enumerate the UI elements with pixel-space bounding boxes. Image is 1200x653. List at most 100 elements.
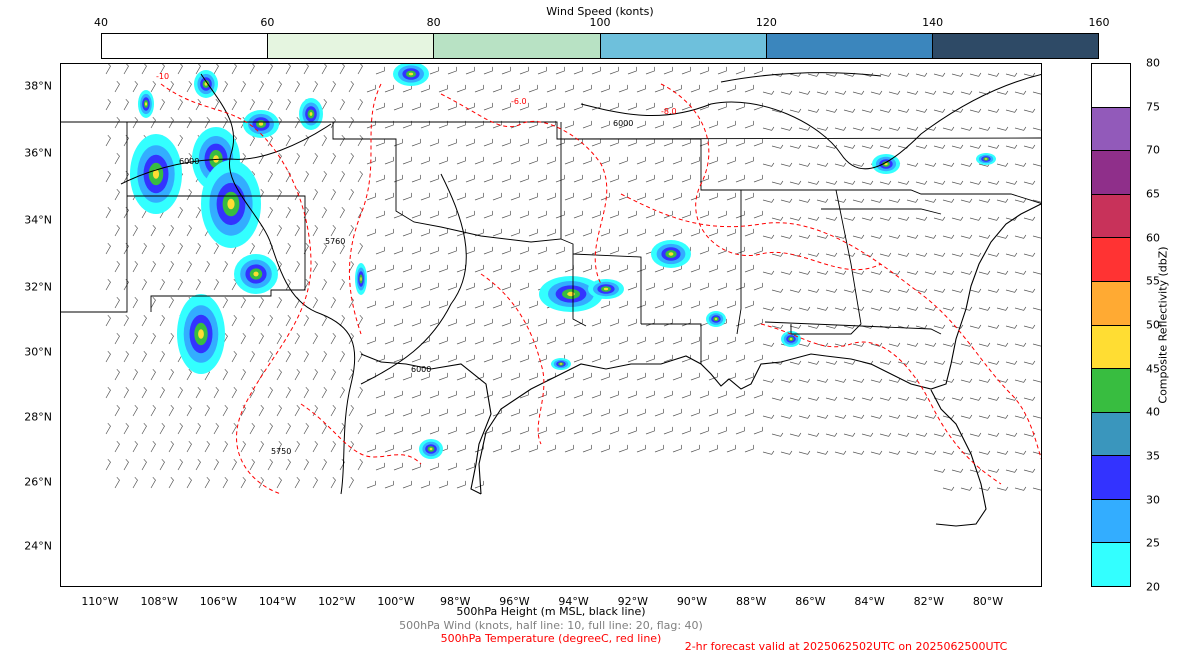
wind-barb (546, 228, 556, 237)
wind-barb (861, 144, 874, 149)
wind-barb (843, 432, 856, 437)
reflectivity-cell (253, 271, 259, 277)
wind-barb (1023, 108, 1036, 113)
wind-barb (177, 206, 183, 219)
wind-barb (384, 336, 394, 345)
reflectivity-colorbar-tick: 20 (1146, 580, 1160, 594)
wind-barb (762, 306, 775, 311)
wind-barb (483, 210, 493, 219)
wind-barb (735, 390, 745, 399)
wind-barb (438, 372, 448, 381)
wind-barb (690, 336, 700, 345)
wind-barb (843, 360, 856, 365)
wind-barb (438, 408, 448, 417)
wind-barb (807, 144, 820, 149)
wind-barb (573, 66, 583, 75)
wind-barb (501, 138, 511, 147)
wind-barb (402, 264, 412, 273)
wind-barb (600, 228, 610, 237)
wind-barb (114, 296, 120, 309)
state-border (860, 325, 942, 335)
wind-barb (195, 422, 201, 435)
wind-barb (267, 422, 273, 435)
wind-barb (1014, 378, 1027, 383)
wind-barb (168, 296, 174, 309)
wind-barb (708, 228, 718, 237)
wind-barb (834, 414, 847, 419)
wind-barb (816, 414, 829, 419)
wind-barb (231, 350, 237, 363)
wind-barb (1005, 144, 1018, 149)
wind-barb (447, 390, 457, 399)
wind-barb (690, 300, 700, 309)
wind-barb (303, 170, 309, 183)
wind-barb (159, 242, 165, 255)
wind-barb (636, 408, 646, 417)
reflectivity-colorbar-segment (1092, 543, 1130, 586)
wind-barb (798, 342, 811, 347)
wind-barb (753, 426, 763, 435)
wind-barb (366, 300, 376, 309)
wind-barb (654, 228, 664, 237)
wind-barb (843, 216, 856, 221)
wind-barb (942, 450, 955, 455)
wind-barb (177, 458, 183, 471)
state-border (741, 189, 862, 335)
coastline-layer (360, 203, 1041, 527)
wind-barb (429, 102, 439, 111)
wind-barb (825, 396, 838, 401)
wind-barb (780, 270, 793, 275)
wind-barb (627, 354, 637, 363)
wind-barb (258, 332, 264, 345)
wind-barb (645, 174, 655, 183)
wind-barb (267, 170, 273, 183)
wind-barb (267, 64, 273, 75)
latitude-label: 26°N (24, 475, 52, 489)
wind-barb (564, 264, 574, 273)
temperature-contour (348, 83, 382, 335)
wind-barb (762, 234, 775, 239)
wind-barb (105, 386, 111, 399)
wind-barb (870, 126, 883, 131)
wind-barb (771, 180, 784, 185)
wind-barb (996, 414, 1009, 419)
temperature-contour (620, 193, 1041, 460)
wind-barb (1032, 379, 1041, 383)
wind-barb (1023, 144, 1036, 149)
wind-barb (825, 72, 838, 77)
wind-barb (609, 354, 619, 363)
wind-barb (636, 372, 646, 381)
wind-barb (771, 396, 784, 401)
wind-barb (591, 102, 601, 111)
wind-barb (1032, 235, 1041, 239)
wind-barb (690, 408, 700, 417)
wind-barb (726, 444, 736, 453)
wind-barb (321, 64, 327, 75)
wind-barb (681, 66, 691, 75)
wind-barb (168, 332, 174, 345)
wind-barb (105, 64, 111, 75)
wind-colorbar-segment (267, 34, 434, 58)
wind-barb (303, 314, 309, 327)
wind-barb (438, 264, 448, 273)
wind-barb (717, 210, 727, 219)
wind-barb (321, 386, 327, 399)
wind-barb (978, 198, 991, 203)
wind-barb (717, 354, 727, 363)
wind-barb (807, 180, 820, 185)
wind-barb (699, 246, 709, 255)
wind-barb (357, 422, 363, 435)
wind-barb (789, 288, 802, 293)
wind-barb (393, 462, 403, 471)
wind-barb (654, 444, 664, 453)
wind-barb (717, 138, 727, 147)
wind-barb (447, 462, 457, 471)
reflectivity-colorbar-segment (1092, 456, 1130, 500)
wind-barb (978, 378, 991, 383)
wind-barb (132, 332, 138, 345)
reflectivity-cell (714, 318, 718, 320)
wind-barb (150, 80, 156, 93)
wind-barb (618, 336, 628, 345)
wind-barb (798, 162, 811, 167)
wind-barb (456, 156, 466, 165)
